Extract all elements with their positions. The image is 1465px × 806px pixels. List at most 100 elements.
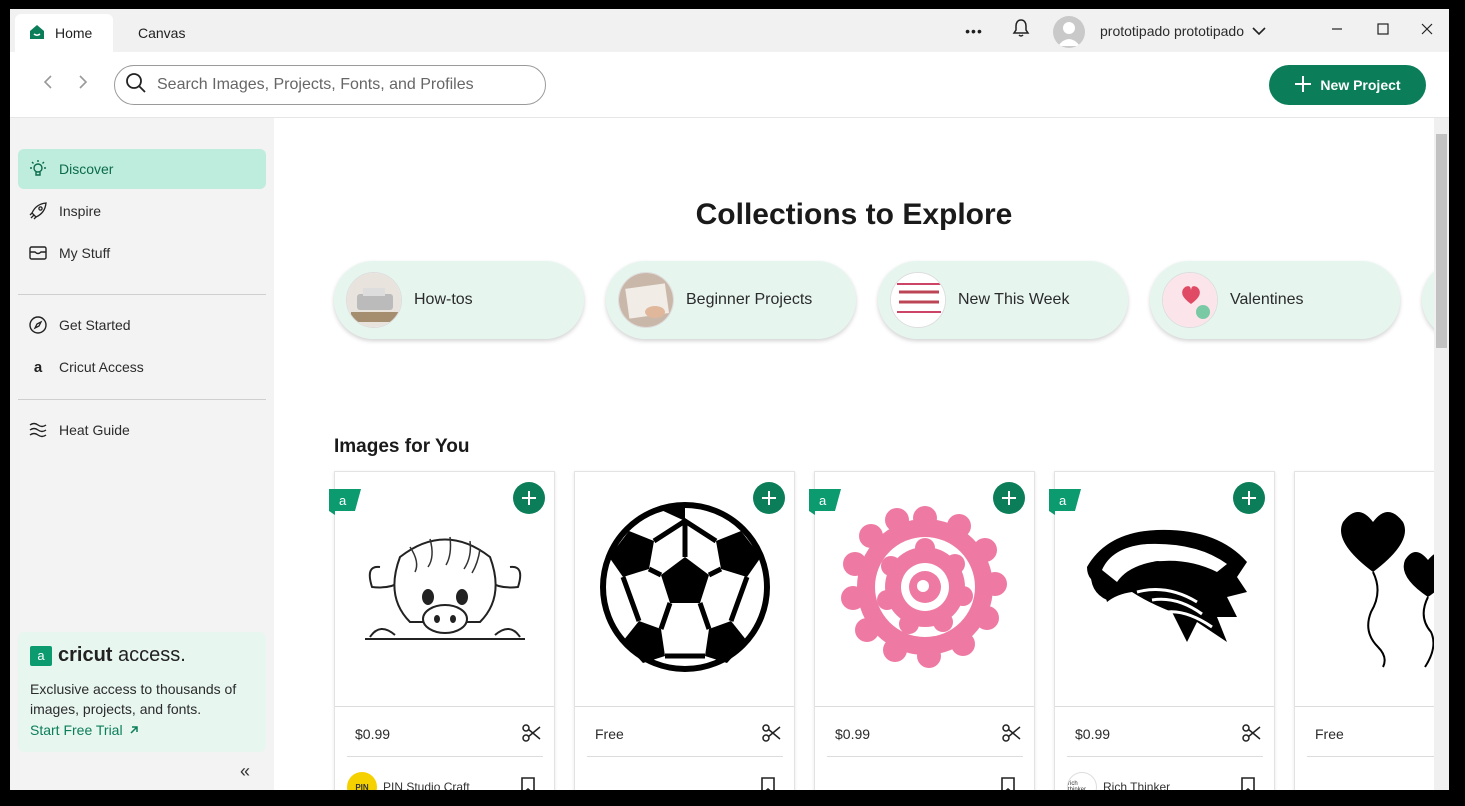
card-author[interactable]: PIN PIN Studio Craft	[347, 772, 470, 790]
chevron-left-icon	[43, 74, 53, 95]
collection-label: Valentines	[1230, 291, 1304, 308]
beginner-projects-thumbnail	[618, 272, 674, 328]
main-scrollbar[interactable]	[1434, 118, 1449, 790]
scissors-icon	[762, 724, 782, 747]
collection-label: New This Week	[958, 291, 1070, 308]
plus-icon	[762, 491, 776, 505]
add-to-canvas-button[interactable]	[753, 482, 785, 514]
add-to-canvas-button[interactable]	[513, 482, 545, 514]
sidebar-item-label: My Stuff	[59, 245, 111, 261]
card-price: Free	[1315, 726, 1344, 742]
soccer-ball-icon	[599, 501, 771, 678]
card-price: Free	[595, 726, 624, 742]
rolled-flower-icon	[839, 505, 1011, 673]
card-divider	[575, 706, 794, 707]
card-price: $0.99	[355, 726, 391, 742]
collection-label: How-tos	[414, 291, 473, 308]
sidebar-item-discover[interactable]: Discover	[18, 149, 266, 189]
image-card[interactable]: Free	[574, 471, 795, 790]
main-content: Collections to Explore How-tos Beginner …	[274, 118, 1434, 790]
more-menu-button[interactable]: •••	[960, 9, 988, 52]
card-divider	[827, 756, 1023, 757]
sidebar-item-label: Heat Guide	[59, 422, 130, 438]
back-button[interactable]	[38, 74, 58, 94]
collapse-sidebar-button[interactable]: «	[240, 761, 250, 782]
bookmark-icon[interactable]	[1000, 776, 1016, 790]
maximize-button[interactable]	[1360, 9, 1406, 52]
notifications-button[interactable]	[1010, 9, 1032, 52]
more-icon: •••	[965, 22, 983, 39]
plus-icon	[1002, 491, 1016, 505]
sidebar-item-my-stuff[interactable]: My Stuff	[18, 233, 266, 273]
sidebar-item-inspire[interactable]: Inspire	[18, 191, 266, 231]
collection-label: Beginner Projects	[686, 291, 813, 308]
chevron-right-icon	[78, 74, 88, 95]
collection-pill-new-this-week[interactable]: New This Week	[878, 261, 1128, 339]
app-window: Home Canvas ••• prototipado prototipado	[10, 9, 1449, 790]
card-divider	[335, 706, 554, 707]
bookmark-icon[interactable]	[520, 776, 536, 790]
access-logo-icon: a	[30, 645, 52, 666]
image-card[interactable]: a $0.99 rich thinker Rich Thinker	[1049, 471, 1275, 790]
author-name: Rich Thinker	[1103, 780, 1171, 790]
svg-text:a: a	[339, 493, 347, 508]
new-this-week-thumbnail	[890, 272, 946, 328]
add-to-canvas-button[interactable]	[993, 482, 1025, 514]
sidebar-item-heat-guide[interactable]: Heat Guide	[18, 410, 266, 450]
heat-waves-icon	[28, 420, 48, 440]
sidebar-item-label: Cricut Access	[59, 359, 144, 375]
svg-text:a: a	[1059, 493, 1067, 508]
tab-canvas[interactable]: Canvas	[138, 14, 185, 52]
home-icon	[29, 24, 45, 43]
card-divider	[1295, 706, 1434, 707]
rocket-icon	[28, 201, 48, 221]
collection-pill-valentines[interactable]: Valentines	[1150, 261, 1400, 339]
heart-balloons-icon	[1333, 502, 1434, 677]
cricut-access-promo: a cricut access. Exclusive access to tho…	[18, 632, 266, 752]
forward-button[interactable]	[73, 74, 93, 94]
image-card[interactable]: Free	[1294, 471, 1434, 790]
promo-text: Exclusive access to thousands of images,…	[30, 681, 237, 717]
bookmark-icon[interactable]	[760, 776, 776, 790]
search-box[interactable]	[114, 65, 546, 105]
image-card[interactable]: a $0.99 PIN PIN Studio Craft	[329, 471, 555, 790]
user-menu[interactable]: prototipado prototipado	[1100, 9, 1266, 52]
compass-icon	[28, 315, 48, 335]
card-author[interactable]: rich thinker Rich Thinker	[1067, 772, 1170, 790]
author-name: PIN Studio Craft	[383, 780, 470, 790]
bookmark-icon[interactable]	[1240, 776, 1256, 790]
access-flag-icon: a	[329, 489, 361, 515]
collection-pill-beginner-projects[interactable]: Beginner Projects	[606, 261, 856, 339]
image-card[interactable]: a $0.99	[809, 471, 1035, 790]
close-button[interactable]	[1404, 9, 1449, 52]
search-icon	[125, 72, 147, 99]
card-divider	[587, 756, 783, 757]
collection-pill-how-tos[interactable]: How-tos	[334, 261, 584, 339]
sidebar-item-cricut-access[interactable]: a Cricut Access	[18, 347, 266, 387]
card-divider	[1307, 756, 1434, 757]
card-divider	[815, 706, 1034, 707]
tab-home[interactable]: Home	[15, 14, 113, 52]
search-input[interactable]	[157, 76, 517, 94]
tab-canvas-label: Canvas	[138, 25, 186, 41]
card-divider	[1055, 706, 1274, 707]
sidebar-item-get-started[interactable]: Get Started	[18, 305, 266, 345]
bell-icon	[1011, 18, 1031, 43]
minimize-button[interactable]	[1314, 9, 1360, 52]
sidebar-item-label: Discover	[59, 161, 114, 177]
scrollbar-thumb[interactable]	[1436, 134, 1447, 348]
svg-text:a: a	[819, 493, 827, 508]
new-project-button[interactable]: New Project	[1269, 65, 1426, 105]
avatar[interactable]	[1053, 16, 1085, 48]
plus-icon	[1242, 491, 1256, 505]
author-avatar: PIN	[347, 772, 377, 790]
sidebar-divider	[18, 294, 266, 295]
add-to-canvas-button[interactable]	[1233, 482, 1265, 514]
card-price: $0.99	[1075, 726, 1111, 742]
access-flag-icon: a	[1049, 489, 1081, 515]
sidebar-item-label: Get Started	[59, 317, 131, 333]
collection-pill-more[interactable]	[1422, 261, 1434, 339]
card-divider	[347, 756, 543, 757]
start-free-trial-link[interactable]: Start Free Trial	[30, 722, 254, 738]
inbox-icon	[28, 243, 48, 263]
